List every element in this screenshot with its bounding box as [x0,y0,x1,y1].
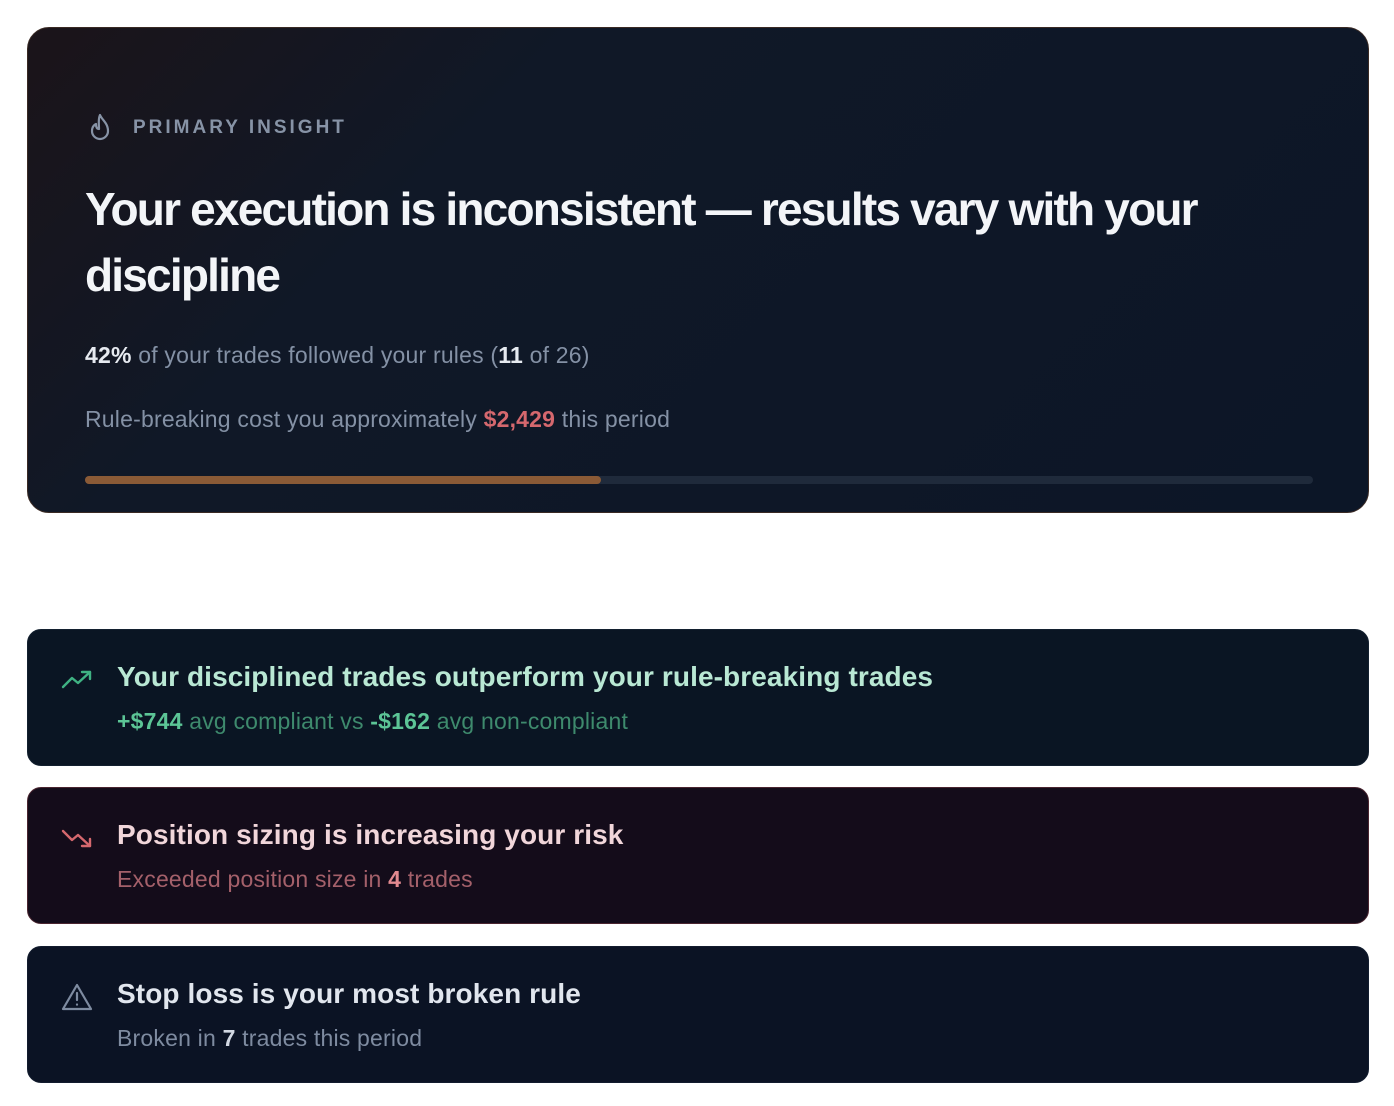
insight-card-position-sizing: Position sizing is increasing your risk … [27,787,1369,924]
insight-title: Stop loss is your most broken rule [117,978,581,1009]
compliance-progress-fill [85,476,601,484]
noncompliant-avg-label: avg non-compliant [430,708,629,734]
cost-stat: Rule-breaking cost you approximately $2,… [85,406,670,433]
eyebrow-label: PRIMARY INSIGHT [133,117,347,138]
primary-insight-eyebrow: PRIMARY INSIGHT [85,112,347,144]
noncompliant-avg-value: -$162 [370,708,431,734]
insight-headline: Your execution is inconsistent — results… [85,183,1199,301]
compliance-text: of your trades followed your rules ( [131,342,499,368]
compliant-avg-value: +$744 [117,708,183,734]
insight-card-discipline: Your disciplined trades outperform your … [27,629,1369,766]
insight-subtitle: Broken in 7 trades this period [117,1025,422,1052]
insight-subtitle: +$744 avg compliant vs -$162 avg non-com… [117,708,628,735]
cost-prefix: Rule-breaking cost you approximately [85,406,484,432]
sizing-suffix: trades [401,866,473,892]
stoploss-count: 7 [222,1025,236,1051]
cost-suffix: this period [555,406,671,432]
insight-card-stop-loss: Stop loss is your most broken rule Broke… [27,946,1369,1083]
insight-title: Your disciplined trades outperform your … [117,661,934,692]
compliance-percent: 42% [85,342,132,368]
compliance-progress-bar [85,476,1313,484]
flame-icon [85,112,115,144]
stoploss-prefix: Broken in [117,1025,223,1051]
cost-value: $2,429 [483,406,556,432]
insight-subtitle: Exceeded position size in 4 trades [117,866,473,893]
warning-triangle-icon [61,981,93,1013]
primary-insight-card: PRIMARY INSIGHT Your execution is incons… [27,27,1369,513]
sizing-prefix: Exceeded position size in [117,866,389,892]
trending-down-icon [61,822,93,854]
compliance-stat: 42% of your trades followed your rules (… [85,342,590,369]
compliant-count: 11 [498,342,523,368]
stoploss-suffix: trades this period [235,1025,423,1051]
total-trades-text: of 26) [522,342,590,368]
trending-up-icon [61,664,93,696]
insight-title: Position sizing is increasing your risk [117,819,624,850]
compliant-avg-label: avg compliant vs [182,708,371,734]
sizing-count: 4 [388,866,402,892]
